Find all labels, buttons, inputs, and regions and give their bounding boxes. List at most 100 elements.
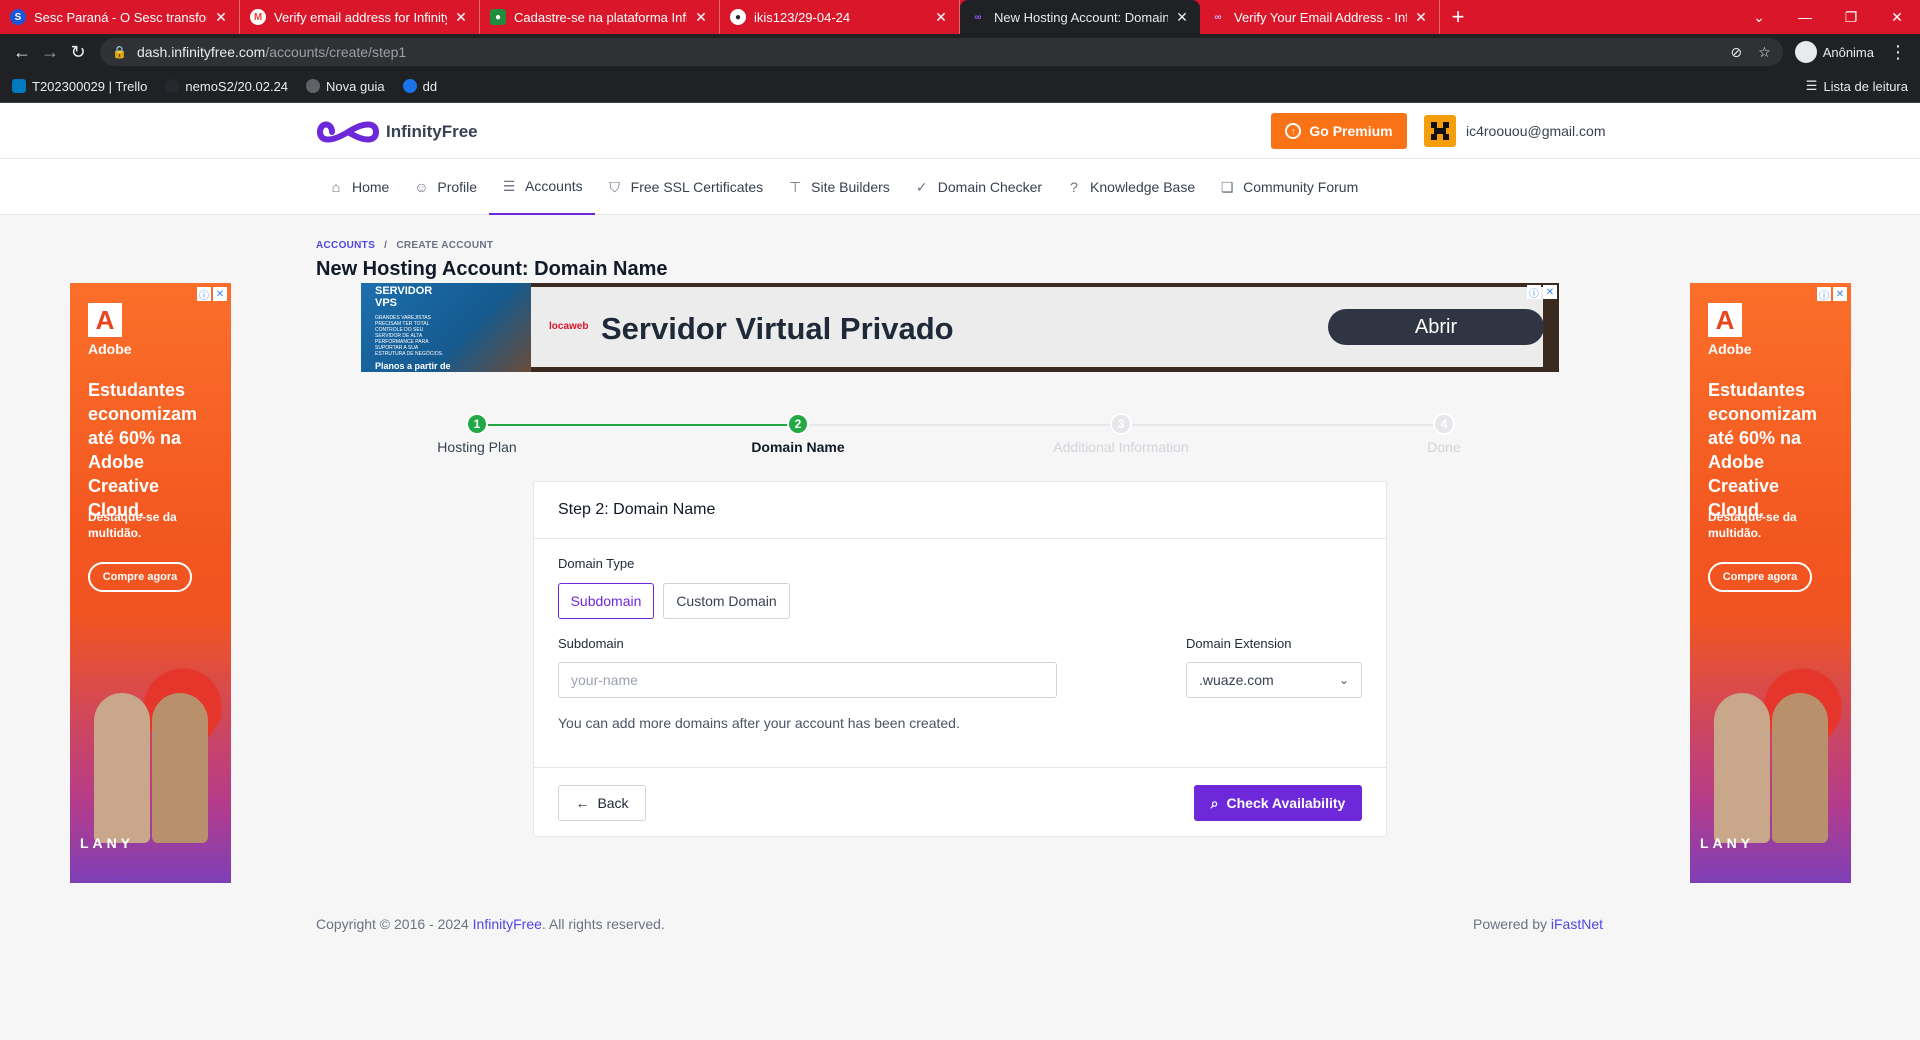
card-title: Step 2: Domain Name [534, 482, 1386, 539]
go-premium-button[interactable]: ↑ Go Premium [1271, 113, 1407, 149]
address-bar[interactable]: 🔒 dash.infinityfree.com/accounts/create/… [100, 38, 1783, 66]
bookmark-item[interactable]: dd [402, 79, 437, 94]
domain-form-card: Step 2: Domain Name Domain Type Subdomai… [533, 481, 1387, 837]
profile-chip[interactable]: Anônima [1794, 41, 1874, 63]
close-tab-icon[interactable]: ✕ [1174, 9, 1190, 26]
back-arrow-icon[interactable]: ← [8, 38, 36, 66]
bookmark-label: Nova guia [326, 78, 385, 94]
nav-item-profile[interactable]: ☺ Profile [401, 159, 489, 215]
ad-brand: Adobe [1708, 341, 1752, 357]
nav-item-home[interactable]: ⌂ Home [316, 159, 401, 215]
step-number: 2 [787, 413, 809, 435]
close-tab-icon[interactable]: ✕ [933, 9, 949, 26]
domain-extension-select[interactable]: .wuaze.com ⌄ [1186, 662, 1362, 698]
tab-search-icon[interactable]: ⌄ [1736, 0, 1782, 34]
ad-headline: Servidor Virtual Privado [601, 311, 954, 346]
ad-info-icon[interactable]: ⓘ [1527, 285, 1541, 300]
browser-tab[interactable]: S Sesc Paraná - O Sesc transforma ✕ [0, 0, 240, 34]
ad-vps-title: SERVIDOR VPS [375, 285, 433, 309]
github-icon [165, 79, 180, 93]
infinity-favicon-icon: ∞ [974, 11, 982, 23]
custom-domain-toggle[interactable]: Custom Domain [663, 583, 790, 619]
nav-item-accounts[interactable]: ☰ Accounts [489, 159, 595, 215]
star-icon[interactable]: ☆ [1758, 44, 1771, 61]
subdomain-toggle[interactable]: Subdomain [558, 583, 654, 619]
nav-item-label: Community Forum [1243, 179, 1359, 195]
browser-tab[interactable]: ∞ Verify Your Email Address - Infinit ✕ [1200, 0, 1440, 34]
restore-icon[interactable]: ❐ [1828, 0, 1874, 34]
ad-subtext: Destaque-se da multidão. [88, 510, 177, 540]
ad-badge: ⓘ ✕ [1527, 285, 1557, 300]
ifastnet-link[interactable]: iFastNet [1551, 916, 1603, 932]
bookmark-item[interactable]: nemoS2/20.02.24 [165, 79, 288, 94]
footer-brand-link[interactable]: InfinityFree [473, 916, 542, 932]
nav-item-site-builders[interactable]: ⊤ Site Builders [775, 159, 902, 215]
user-menu[interactable]: ic4roouou@gmail.com [1424, 115, 1606, 147]
new-tab-button[interactable]: + [1440, 0, 1476, 34]
browser-tab[interactable]: M Verify email address for InfinityFr ✕ [240, 0, 480, 34]
progress-stepper: 1 Hosting Plan 2 Domain Name 3 Additiona… [361, 413, 1559, 463]
top-banner-ad[interactable]: SERVIDOR VPS GRANDES VAREJISTAS PRECISAM… [361, 283, 1559, 372]
tab-title: Verify email address for InfinityFr [274, 9, 447, 25]
back-button[interactable]: ← Back [558, 785, 646, 821]
check-availability-button[interactable]: ⌕ Check Availability [1194, 785, 1362, 821]
bookmarks-bar: T202300029 | Trello nemoS2/20.02.24 Nova… [0, 70, 1920, 103]
subdomain-input[interactable]: your-name [558, 662, 1057, 698]
ad-info-icon[interactable]: ⓘ [197, 287, 211, 302]
ad-artwork: LANY [1690, 613, 1851, 883]
bookmark-item[interactable]: T202300029 | Trello [12, 79, 147, 94]
minimize-icon[interactable]: — [1782, 0, 1828, 34]
browser-tab-strip: S Sesc Paraná - O Sesc transforma ✕ M Ve… [0, 0, 1920, 34]
bookmark-item[interactable]: Nova guia [306, 79, 385, 94]
nav-item-knowledge-base[interactable]: ? Knowledge Base [1054, 159, 1207, 215]
nav-item-domain-checker[interactable]: ✓ Domain Checker [902, 159, 1054, 215]
reading-list-button[interactable]: ☰ Lista de leitura [1806, 78, 1908, 94]
footer-copyright: Copyright © 2016 - 2024 InfinityFree. Al… [316, 916, 665, 932]
trello-icon [12, 79, 26, 93]
eye-off-icon[interactable]: ⊘ [1730, 44, 1742, 61]
breadcrumb-accounts-link[interactable]: ACCOUNTS [316, 240, 375, 251]
ad-close-icon[interactable]: ✕ [213, 287, 227, 301]
ad-close-icon[interactable]: ✕ [1833, 287, 1847, 301]
close-tab-icon[interactable]: ✕ [1413, 9, 1429, 26]
menu-kebab-icon[interactable]: ⋮ [1884, 38, 1912, 66]
browser-tab[interactable]: ● ikis123/29-04-24 ✕ [720, 0, 960, 34]
step-number: 4 [1433, 413, 1455, 435]
globe-icon [306, 79, 321, 93]
ad-cta-button[interactable]: Compre agora [88, 562, 192, 592]
right-side-ad[interactable]: ⓘ ✕ A Adobe Estudantes economizam até 60%… [1690, 283, 1851, 883]
ad-brand-locaweb: locaweb [549, 321, 589, 332]
reload-icon[interactable]: ↻ [64, 38, 92, 66]
ad-art-text: LANY [1700, 835, 1755, 851]
ad-headline: Estudantes economizam até 60% na Adobe C… [1708, 380, 1818, 520]
ad-cta-button[interactable]: Compre agora [1708, 562, 1812, 592]
ad-info-icon[interactable]: ⓘ [1817, 287, 1831, 302]
github-favicon-icon: ● [730, 9, 746, 25]
close-tab-icon[interactable]: ✕ [453, 9, 469, 26]
user-email: ic4roouou@gmail.com [1466, 123, 1606, 139]
browser-tab-active[interactable]: ∞ New Hosting Account: Domain N ✕ [960, 0, 1200, 34]
site-logo[interactable]: InfinityFree [316, 117, 478, 147]
ad-open-button[interactable]: Abrir [1328, 309, 1544, 345]
copyright-prefix: Copyright © 2016 - 2024 [316, 916, 473, 932]
gmail-favicon-icon: M [250, 9, 266, 25]
left-side-ad[interactable]: ⓘ ✕ A Adobe Estudantes economizam até 60%… [70, 283, 231, 883]
step-label: Additional Information [1053, 439, 1189, 455]
close-tab-icon[interactable]: ✕ [693, 9, 709, 26]
step-label: Domain Name [751, 439, 845, 455]
browser-tab[interactable]: ● Cadastre-se na plataforma Infinit ✕ [480, 0, 720, 34]
close-window-icon[interactable]: ✕ [1874, 0, 1920, 34]
shield-icon: ⛉ [609, 178, 620, 195]
forward-arrow-icon[interactable]: → [36, 38, 64, 66]
infinity-favicon-icon: ∞ [1214, 11, 1222, 23]
nav-item-ssl[interactable]: ⛉ Free SSL Certificates [595, 159, 776, 215]
step-additional-information: 3 Additional Information [1041, 413, 1201, 455]
subdomain-label: Subdomain [558, 636, 624, 651]
nav-item-community-forum[interactable]: ❏ Community Forum [1207, 159, 1370, 215]
ad-badge: ⓘ ✕ [197, 287, 227, 302]
ad-brand: Adobe [88, 341, 132, 357]
close-tab-icon[interactable]: ✕ [213, 9, 229, 26]
breadcrumb: ACCOUNTS / CREATE ACCOUNT [316, 240, 493, 251]
tab-title: Sesc Paraná - O Sesc transforma [34, 9, 207, 25]
ad-close-icon[interactable]: ✕ [1543, 285, 1557, 299]
